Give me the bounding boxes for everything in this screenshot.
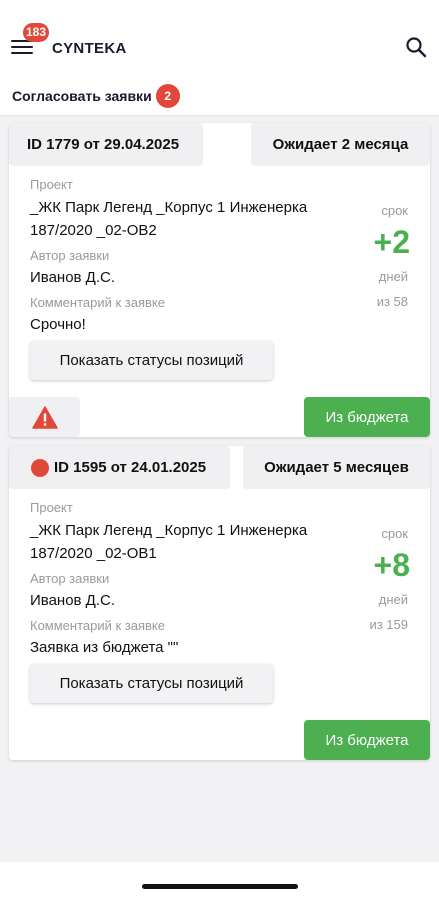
author-label: Автор заявки <box>30 248 110 263</box>
term-label: срок <box>381 203 408 218</box>
days-label: дней <box>378 269 408 284</box>
request-card[interactable]: ID 1595 от 24.01.2025 Ожидает 5 месяцев … <box>9 446 430 760</box>
tab-label: Согласовать заявки <box>12 88 152 104</box>
warning-triangle-icon <box>31 405 58 429</box>
app-header: 183 CYNTEKA <box>0 0 439 72</box>
notification-badge: 183 <box>23 23 50 42</box>
from-budget-button[interactable]: Из бюджета <box>304 720 430 760</box>
days-label: дней <box>378 592 408 607</box>
red-status-dot <box>31 458 49 477</box>
app-title: CYNTEKA <box>52 40 127 57</box>
menu-icon[interactable] <box>11 40 33 56</box>
waiting-status: Ожидает 5 месяцев <box>243 446 430 489</box>
request-id-text: ID 1779 от 29.04.2025 <box>27 136 180 153</box>
project-label: Проект <box>30 177 73 192</box>
request-id: ID 1595 от 24.01.2025 <box>9 446 230 489</box>
comment-value: Заявка из бюджета "" <box>30 639 179 656</box>
show-statuses-button[interactable]: Показать статусы позиций <box>30 341 273 380</box>
warning-button[interactable] <box>9 397 80 437</box>
term-label: срок <box>381 526 408 541</box>
from-budget-button[interactable]: Из бюджета <box>304 397 430 437</box>
project-label: Проект <box>30 500 73 515</box>
waiting-status: Ожидает 2 месяца <box>251 123 430 166</box>
term-total: из 159 <box>369 617 408 632</box>
request-id: ID 1779 от 29.04.2025 <box>9 123 203 166</box>
project-value: _ЖК Парк Легенд _Корпус 1 Инженерка 187/… <box>30 522 308 562</box>
tab-count-badge: 2 <box>155 84 180 108</box>
request-id-text: ID 1595 от 24.01.2025 <box>54 459 207 476</box>
comment-label: Комментарий к заявке <box>30 295 165 310</box>
comment-label: Комментарий к заявке <box>30 618 165 633</box>
term-value: +2 <box>373 224 410 260</box>
author-label: Автор заявки <box>30 571 110 586</box>
author-value: Иванов Д.С. <box>30 269 116 286</box>
home-indicator <box>142 884 298 889</box>
tab-bar: Согласовать заявки 2 <box>0 72 439 116</box>
search-icon[interactable] <box>404 35 428 59</box>
term-total: из 58 <box>376 294 408 309</box>
comment-value: Срочно! <box>30 316 86 333</box>
project-value: _ЖК Парк Легенд _Корпус 1 Инженерка 187/… <box>30 199 308 239</box>
request-card[interactable]: ID 1779 от 29.04.2025 Ожидает 2 месяца П… <box>9 123 430 437</box>
author-value: Иванов Д.С. <box>30 592 116 609</box>
show-statuses-button[interactable]: Показать статусы позиций <box>30 664 273 703</box>
term-value: +8 <box>373 547 410 583</box>
bottom-safe-area <box>0 862 439 900</box>
tab-approve-requests[interactable]: Согласовать заявки 2 <box>12 84 180 108</box>
